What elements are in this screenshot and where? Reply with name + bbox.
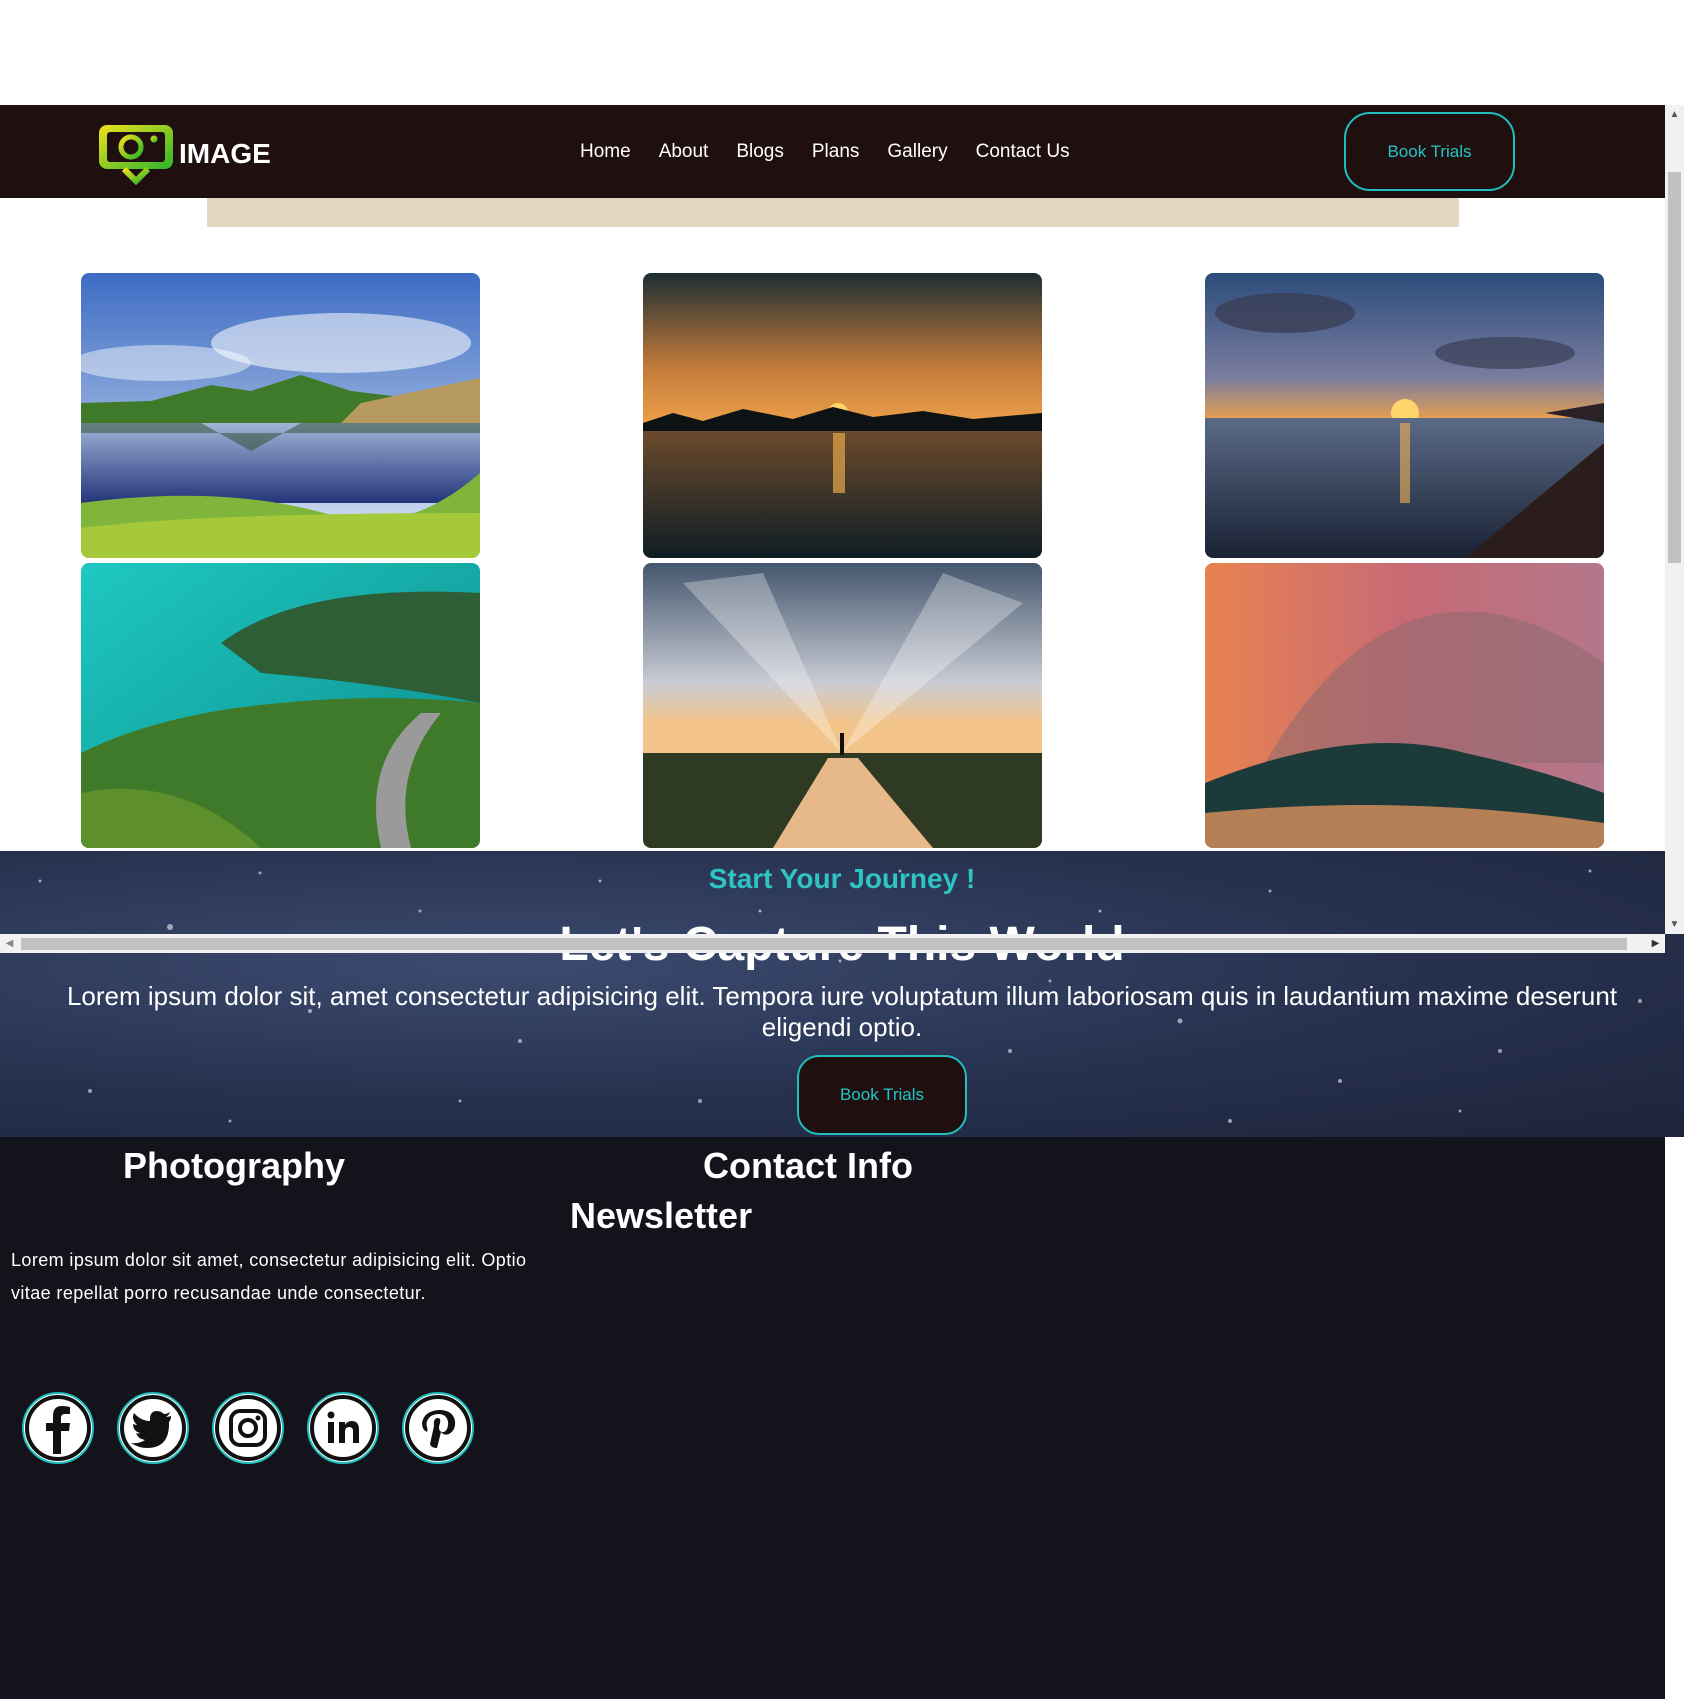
gallery-photo-ocean-sunset[interactable] [1205, 273, 1604, 558]
scroll-left-arrow-icon[interactable]: ◀ [0, 934, 19, 953]
nav-plans[interactable]: Plans [812, 141, 860, 163]
linkedin-icon[interactable] [307, 1392, 379, 1464]
gallery-photo-wave[interactable] [1205, 563, 1604, 848]
nav-home[interactable]: Home [580, 141, 631, 163]
scroll-up-arrow-icon[interactable]: ▲ [1665, 105, 1684, 124]
vertical-scroll-thumb[interactable] [1668, 172, 1681, 563]
nav-gallery[interactable]: Gallery [887, 141, 947, 163]
footer-contact-heading: Contact Info [703, 1145, 913, 1186]
camera-logo-icon [99, 125, 173, 185]
scroll-right-arrow-icon[interactable]: ▶ [1646, 934, 1665, 953]
journey-book-trials-button[interactable]: Book Trials [797, 1055, 967, 1135]
gallery-photo-sky-reflection[interactable] [643, 563, 1042, 848]
twitter-icon[interactable] [117, 1392, 189, 1464]
gallery-photo-coastal-road[interactable] [81, 563, 480, 848]
social-links [22, 1392, 474, 1464]
journey-subtitle: Start Your Journey ! [708, 863, 976, 894]
footer-description: Lorem ipsum dolor sit amet, consectetur … [11, 1250, 527, 1303]
facebook-icon[interactable] [22, 1392, 94, 1464]
footer-photography-heading: Photography [123, 1145, 345, 1186]
vertical-scrollbar[interactable]: ▲ ▼ [1665, 105, 1684, 934]
journey-description: Lorem ipsum dolor sit, amet consectetur … [66, 981, 1618, 1042]
nav-about[interactable]: About [659, 141, 709, 163]
gallery-photo-lake[interactable] [81, 273, 480, 558]
footer-newsletter-heading: Newsletter [570, 1195, 753, 1236]
journey-section: Start Your Journey ! Let's Capture This … [0, 851, 1684, 1137]
nav-contact-us[interactable]: Contact Us [976, 141, 1070, 163]
horizontal-scroll-thumb[interactable] [21, 938, 1627, 950]
scroll-down-arrow-icon[interactable]: ▼ [1665, 915, 1684, 934]
instagram-icon[interactable] [212, 1392, 284, 1464]
main-nav: Home About Blogs Plans Gallery Contact U… [580, 105, 1070, 198]
hero-strip [207, 198, 1459, 227]
horizontal-scrollbar[interactable]: ◀ ▶ [0, 934, 1665, 953]
footer: Photography Contact Info Newsletter Lore… [0, 1137, 1665, 1699]
logo-text: IMAGE [179, 138, 271, 169]
navbar: IMAGE Home About Blogs Plans Gallery Con… [0, 105, 1665, 198]
logo[interactable]: IMAGE [97, 123, 271, 185]
nav-blogs[interactable]: Blogs [736, 141, 784, 163]
book-trials-button[interactable]: Book Trials [1344, 112, 1515, 191]
gallery-photo-palm-sunset[interactable] [643, 273, 1042, 558]
pinterest-icon[interactable] [402, 1392, 474, 1464]
